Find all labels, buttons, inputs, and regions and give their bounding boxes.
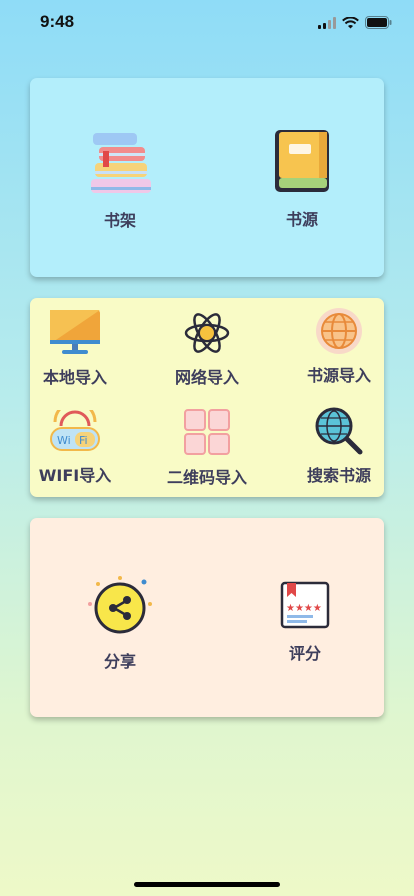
- book-source-button[interactable]: 书源: [242, 128, 362, 230]
- qrcode-import-label: 二维码导入: [166, 468, 247, 487]
- actions-card: 分享 ★★★★ 评分: [30, 518, 384, 717]
- svg-text:Fi: Fi: [79, 434, 88, 447]
- rating-label: 评分: [288, 644, 321, 663]
- bookshelf-button[interactable]: 书架: [60, 133, 180, 231]
- share-label: 分享: [103, 652, 136, 671]
- bookshelf-label: 书架: [103, 211, 136, 230]
- local-import-label: 本地导入: [42, 368, 107, 387]
- local-import-button[interactable]: 本地导入: [20, 308, 130, 388]
- svg-text:Wi: Wi: [57, 434, 71, 447]
- signal-icon: [318, 14, 336, 33]
- wifi-icon: [342, 14, 359, 33]
- battery-icon: [365, 14, 392, 33]
- home-indicator: [134, 882, 280, 887]
- wifi-import-label: WIFI导入: [38, 466, 112, 485]
- rating-button[interactable]: ★★★★ 评分: [245, 580, 365, 664]
- search-source-button[interactable]: 搜索书源: [284, 406, 394, 486]
- network-import-button[interactable]: 网络导入: [152, 310, 262, 388]
- search-source-label: 搜索书源: [306, 466, 371, 485]
- main-card: 书架 书源: [30, 78, 384, 277]
- book-source-label: 书源: [285, 210, 318, 229]
- svg-text:★★★★: ★★★★: [286, 603, 322, 614]
- network-import-label: 网络导入: [174, 368, 239, 387]
- share-button[interactable]: 分享: [60, 574, 180, 672]
- status-icons: [318, 14, 392, 33]
- wifi-cloud-icon: Wi Fi: [47, 400, 103, 458]
- status-bar: 9:48: [0, 0, 414, 44]
- rating-icon: ★★★★: [279, 580, 331, 634]
- share-icon: [84, 574, 156, 642]
- wifi-import-button[interactable]: Wi Fi WIFI导入: [20, 400, 130, 486]
- atom-icon: [183, 310, 231, 360]
- bookshelf-icon: [85, 133, 155, 203]
- source-import-button[interactable]: 书源导入: [284, 306, 394, 386]
- status-time: 9:48: [40, 12, 75, 31]
- source-import-label: 书源导入: [306, 366, 371, 385]
- import-card: 本地导入 网络导入 书源导入 Wi Fi WIFI导入 二维码导入 搜索书源: [30, 298, 384, 497]
- monitor-icon: [48, 308, 102, 360]
- qrcode-icon: [183, 408, 231, 460]
- globe-icon: [314, 306, 364, 360]
- book-icon: [271, 128, 333, 200]
- search-globe-icon: [314, 406, 364, 460]
- qrcode-import-button[interactable]: 二维码导入: [152, 408, 262, 488]
